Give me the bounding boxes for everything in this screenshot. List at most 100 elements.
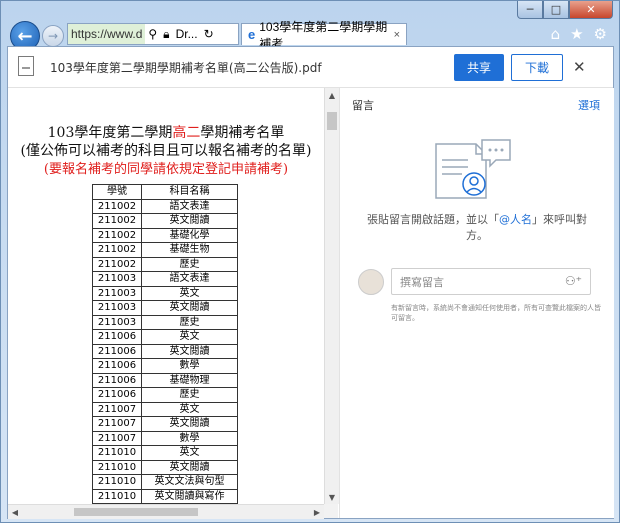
- student-id-cell: 211006: [92, 372, 142, 388]
- subject-cell: 語文表達: [141, 198, 238, 214]
- subject-cell: 英文閱讀: [141, 213, 238, 229]
- student-id-cell: 211002: [92, 242, 142, 258]
- comments-note: 有新留言時，系統尚不會通知任何使用者，所有可查覽此檔案的人皆可留言。: [391, 304, 601, 322]
- arrow-left-icon: ←: [17, 25, 33, 47]
- window-controls: ─ □ ✕: [517, 1, 613, 19]
- table-row: 211010 英文閱讀: [92, 459, 238, 475]
- subject-cell: 歷史: [141, 314, 238, 330]
- subject-cell: 英文閱讀: [141, 416, 238, 432]
- subject-cell: 英文: [141, 445, 238, 461]
- scroll-thumb-horizontal[interactable]: [74, 508, 198, 516]
- download-button[interactable]: 下載: [511, 54, 563, 81]
- table-row: 211010 英文文法與句型: [92, 474, 238, 490]
- student-id-cell: 211006: [92, 329, 142, 345]
- forward-button[interactable]: →: [42, 25, 64, 47]
- comments-illustration-icon: [435, 139, 511, 199]
- subject-cell: 英文閱讀與寫作: [141, 488, 238, 504]
- student-id-cell: 211006: [92, 387, 142, 403]
- student-id-cell: 211002: [92, 256, 142, 272]
- scroll-left-icon[interactable]: ◀: [8, 505, 22, 519]
- address-url[interactable]: https://www.d: [68, 24, 146, 44]
- home-icon[interactable]: ⌂: [551, 25, 561, 43]
- subject-cell: 基礎化學: [141, 227, 238, 243]
- student-id-cell: 211002: [92, 227, 142, 243]
- pdf-page: 103學年度第二學期高二學期補考名單 (僅公佈可以補考的科目且可以報名補考的名單…: [8, 88, 324, 504]
- share-button[interactable]: 共享: [454, 54, 504, 81]
- subject-cell: 語文表達: [141, 271, 238, 287]
- star-icon[interactable]: ★: [570, 25, 583, 43]
- comment-input[interactable]: 撰寫留言 ⚇⁺: [391, 268, 591, 295]
- close-icon[interactable]: ✕: [573, 58, 586, 76]
- student-id-cell: 211007: [92, 416, 142, 432]
- table-row: 211007 數學: [92, 430, 238, 446]
- table-row: 211006 英文: [92, 329, 238, 345]
- student-id-cell: 211003: [92, 300, 142, 316]
- student-id-cell: 211002: [92, 198, 142, 214]
- search-icon[interactable]: ⚲: [145, 24, 160, 44]
- table-row: 211006 基礎物理: [92, 372, 238, 388]
- ie-icon: e: [248, 27, 256, 42]
- student-id-cell: 211006: [92, 358, 142, 374]
- student-id-cell: 211007: [92, 430, 142, 446]
- subject-cell: 數學: [141, 430, 238, 446]
- scroll-right-icon[interactable]: ▶: [310, 505, 324, 519]
- table-row: 211003 歷史: [92, 314, 238, 330]
- scroll-up-icon[interactable]: ▲: [325, 88, 339, 102]
- subject-cell: 英文閱讀: [141, 459, 238, 475]
- maximize-button[interactable]: □: [543, 1, 569, 19]
- page-content: 103學年度第二學期學期補考名單(高二公告版).pdf 共享 下載 ✕ 103學…: [7, 46, 614, 519]
- student-id-cell: 211006: [92, 343, 142, 359]
- subject-cell: 英文文法與句型: [141, 474, 238, 490]
- table-row: 211002 英文閱讀: [92, 213, 238, 229]
- comment-input-placeholder: 撰寫留言: [400, 275, 444, 289]
- doc-title: 103學年度第二學期高二學期補考名單: [47, 125, 285, 141]
- student-id-cell: 211010: [92, 459, 142, 475]
- table-row: 211006 英文閱讀: [92, 343, 238, 359]
- student-id-cell: 211002: [92, 213, 142, 229]
- table-row: 211002 基礎化學: [92, 227, 238, 243]
- tab-close-icon[interactable]: ×: [394, 29, 400, 41]
- student-id-cell: 211007: [92, 401, 142, 417]
- browser-toolbar-icons: ⌂ ★ ⚙: [551, 25, 607, 43]
- address-bar[interactable]: https://www.d ⚲ 🔒︎ Dr... ↻: [67, 23, 239, 45]
- arrow-right-icon: →: [47, 29, 59, 43]
- table-row: 211007 英文閱讀: [92, 416, 238, 432]
- table-row: 211002 語文表達: [92, 198, 238, 214]
- scroll-thumb[interactable]: [327, 112, 337, 130]
- lock-icon: 🔒︎: [163, 26, 170, 41]
- table-row: 211003 英文閱讀: [92, 300, 238, 316]
- subject-cell: 歷史: [141, 256, 238, 272]
- viewer-header: 103學年度第二學期學期補考名單(高二公告版).pdf 共享 下載 ✕: [8, 47, 613, 88]
- table-header-row: 學號 科目名稱: [92, 184, 238, 200]
- file-title: 103學年度第二學期學期補考名單(高二公告版).pdf: [50, 61, 322, 75]
- gear-icon[interactable]: ⚙: [594, 25, 607, 43]
- subject-cell: 英文: [141, 401, 238, 417]
- tab-pdf[interactable]: e 103學年度第二學期學期補考... ×: [241, 20, 407, 51]
- subject-cell: 英文閱讀: [141, 300, 238, 316]
- minimize-button[interactable]: ─: [517, 1, 543, 19]
- doc-notice: (要報名補考的同學請依規定登記申請補考): [43, 162, 289, 177]
- student-id-cell: 211003: [92, 285, 142, 301]
- scroll-down-icon[interactable]: ▼: [325, 490, 339, 504]
- subject-cell: 英文: [141, 285, 238, 301]
- horizontal-scrollbar[interactable]: ◀ ▶: [8, 504, 324, 519]
- document-viewer[interactable]: 103學年度第二學期高二學期補考名單 (僅公佈可以補考的科目且可以報名補考的名單…: [8, 88, 339, 519]
- comments-panel: 留言 選項 張貼留言開啟話題，並以「@人名」來呼叫對方。 撰寫留言 ⚇⁺ 有新留…: [339, 88, 614, 518]
- subject-cell: 基礎物理: [141, 372, 238, 388]
- table-row: 211002 基礎生物: [92, 242, 238, 258]
- subject-cell: 英文: [141, 329, 238, 345]
- add-person-icon[interactable]: ⚇⁺: [565, 274, 582, 288]
- table-row: 211003 英文: [92, 285, 238, 301]
- student-id-cell: 211003: [92, 314, 142, 330]
- column-header-student-id: 學號: [92, 184, 142, 200]
- column-header-subject: 科目名稱: [141, 184, 238, 200]
- address-tab-label[interactable]: Dr...: [173, 24, 201, 44]
- subject-cell: 基礎生物: [141, 242, 238, 258]
- comments-hint: 張貼留言開啟話題，並以「@人名」來呼叫對方。: [367, 213, 587, 242]
- comments-title: 留言: [352, 99, 374, 112]
- close-window-button[interactable]: ✕: [569, 1, 613, 19]
- vertical-scrollbar[interactable]: ▲ ▼: [324, 88, 339, 504]
- makeup-exam-table: 學號 科目名稱 211002 語文表達 211002 英文閱讀 211002 基礎化學 21…: [92, 184, 238, 504]
- options-link[interactable]: 選項: [578, 97, 600, 113]
- refresh-icon[interactable]: ↻: [201, 24, 217, 44]
